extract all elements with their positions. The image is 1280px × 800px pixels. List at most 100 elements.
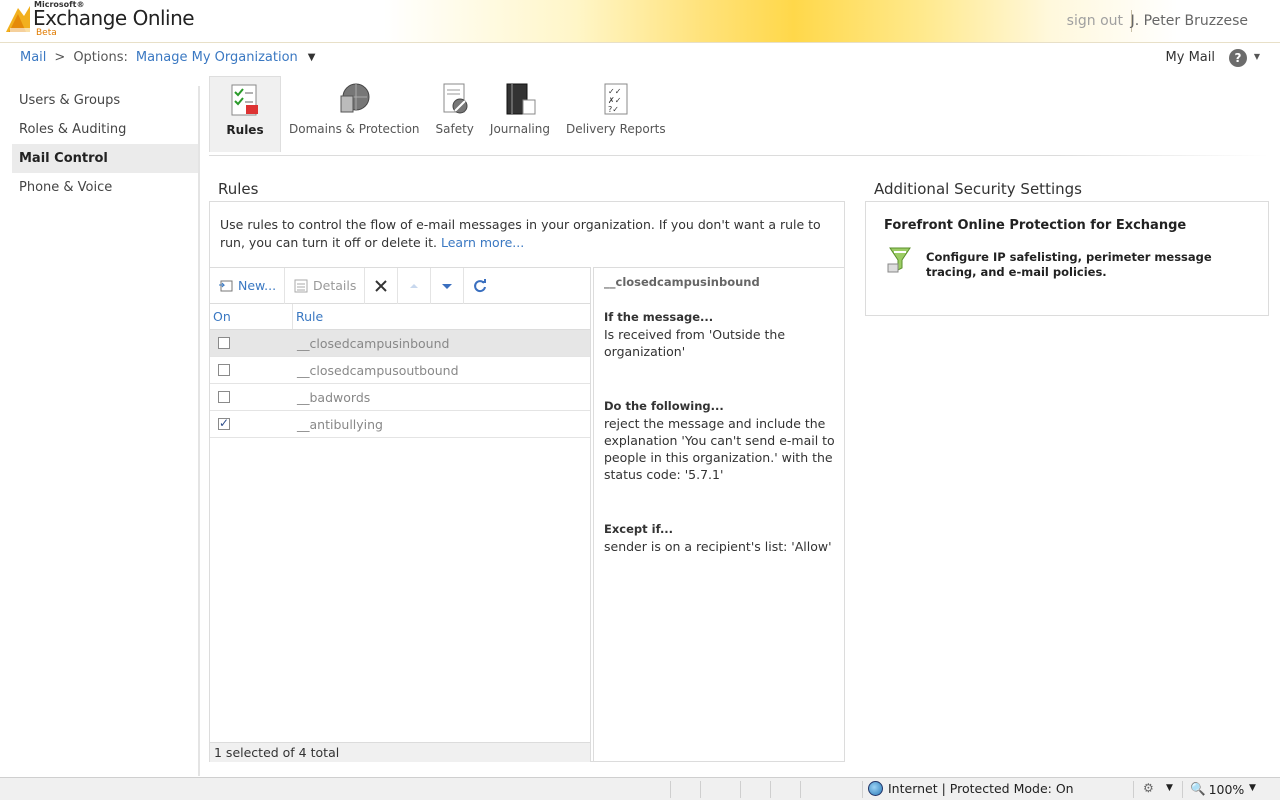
refresh-button[interactable]	[464, 268, 496, 304]
breadcrumb-current[interactable]: Manage My Organization	[136, 50, 298, 65]
tab-rules-label: Rules	[226, 123, 264, 137]
new-rule-button[interactable]: New...	[210, 267, 286, 304]
help-chevron-down-icon[interactable]: ▼	[1254, 52, 1260, 61]
chevron-down-icon[interactable]: ▼	[308, 52, 316, 63]
detail-if-heading: If the message...	[604, 310, 714, 324]
column-on[interactable]: On	[210, 304, 293, 329]
browser-statusbar: Internet | Protected Mode: On ⚙ ▼ 🔍 100%…	[0, 777, 1280, 800]
breadcrumb: Mail > Options: Manage My Organization ▼	[20, 50, 316, 65]
arrow-down-icon	[442, 283, 453, 289]
details-button[interactable]: Details	[285, 267, 366, 304]
statusbar-divider	[670, 781, 671, 798]
sign-out-link[interactable]: sign out	[1067, 13, 1123, 29]
tab-domains-protection[interactable]: Domains & Protection	[281, 76, 428, 152]
sidebar-item-users-groups[interactable]: Users & Groups	[12, 86, 198, 115]
rule-name: __closedcampusoutbound	[297, 362, 459, 378]
detail-rule-name: __closedcampusinbound	[604, 275, 760, 289]
safety-icon	[443, 83, 468, 114]
rules-toolbar: New... Details	[210, 267, 590, 304]
rule-enabled-checkbox[interactable]	[218, 364, 230, 376]
rules-icon	[231, 84, 258, 116]
details-label: Details	[313, 278, 357, 293]
tabs-divider	[209, 155, 1269, 156]
globe-icon	[868, 781, 883, 796]
svg-text:✓✓: ✓✓	[608, 87, 621, 96]
sidebar: Users & Groups Roles & Auditing Mail Con…	[0, 86, 200, 776]
learn-more-link[interactable]: Learn more...	[441, 235, 524, 250]
zoom-control[interactable]: 🔍 100%	[1190, 781, 1244, 797]
tab-delivery-label: Delivery Reports	[565, 122, 666, 136]
delete-button[interactable]	[365, 267, 399, 304]
rules-column-header: On Rule	[210, 304, 590, 330]
rules-title: Rules	[218, 180, 259, 198]
security-zone-label: Internet | Protected Mode: On	[888, 781, 1074, 796]
tab-delivery-reports[interactable]: ✓✓ ✗✓ ?✓ Delivery Reports	[558, 76, 674, 152]
detail-exception: Except if... sender is on a recipient's …	[604, 521, 835, 555]
statusbar-divider	[862, 781, 863, 798]
sidebar-item-roles-auditing[interactable]: Roles & Auditing	[12, 115, 198, 144]
sidebar-item-phone-voice[interactable]: Phone & Voice	[12, 173, 198, 202]
top-header: Microsoft® Exchange Online Beta sign out…	[0, 0, 1280, 43]
zoom-level: 100%	[1208, 781, 1245, 797]
breadcrumb-separator: >	[54, 50, 66, 65]
svg-text:✗✓: ✗✓	[608, 96, 621, 105]
protected-mode-icon[interactable]: ⚙	[1143, 781, 1154, 795]
tab-safety[interactable]: Safety	[428, 76, 482, 152]
section-tabs: Rules Domains & Protection Safety Journa…	[209, 76, 674, 154]
detail-do-text: reject the message and include the expla…	[604, 416, 835, 482]
tab-rules[interactable]: Rules	[209, 76, 281, 152]
detail-except-text: sender is on a recipient's list: 'Allow'	[604, 539, 832, 554]
rule-enabled-checkbox[interactable]	[218, 391, 230, 403]
table-row[interactable]: __closedcampusoutbound	[210, 357, 590, 384]
help-icon[interactable]: ?	[1229, 49, 1247, 67]
detail-if-text: Is received from 'Outside the organizati…	[604, 327, 786, 359]
fope-title: Forefront Online Protection for Exchange	[884, 218, 1187, 233]
detail-except-heading: Except if...	[604, 522, 674, 536]
rule-enabled-checkbox[interactable]	[218, 337, 230, 349]
fope-link[interactable]: Configure IP safelisting, perimeter mess…	[926, 250, 1256, 280]
statusbar-divider	[1182, 781, 1183, 798]
security-panel: Forefront Online Protection for Exchange…	[865, 201, 1269, 316]
brand-title: Exchange Online	[33, 6, 195, 30]
tab-journaling-label: Journaling	[489, 122, 550, 136]
tab-safety-label: Safety	[435, 122, 474, 136]
my-mail-link[interactable]: My Mail	[1166, 50, 1215, 65]
statusbar-divider	[770, 781, 771, 798]
refresh-icon	[474, 278, 487, 292]
rule-enabled-checkbox[interactable]	[218, 416, 230, 430]
zoom-chevron-down-icon[interactable]: ▼	[1249, 783, 1256, 793]
security-title: Additional Security Settings	[874, 180, 1082, 198]
table-row[interactable]: __antibullying	[210, 411, 590, 438]
journaling-icon	[506, 83, 536, 115]
details-icon	[294, 279, 308, 292]
table-row[interactable]: __badwords	[210, 384, 590, 411]
exchange-logo-icon	[6, 6, 30, 34]
delivery-reports-icon: ✓✓ ✗✓ ?✓	[604, 83, 628, 115]
chevron-down-icon[interactable]: ▼	[1166, 783, 1173, 793]
statusbar-divider	[800, 781, 801, 798]
domains-icon	[340, 83, 370, 113]
user-name[interactable]: J. Peter Bruzzese	[1131, 13, 1248, 29]
rule-name: __badwords	[297, 389, 371, 405]
breadcrumb-options-label: Options:	[73, 50, 128, 65]
rules-panel: Use rules to control the flow of e-mail …	[209, 201, 845, 762]
rules-list-pane: New... Details On Rule __closedcampusinb…	[210, 267, 591, 762]
forefront-icon	[887, 247, 911, 273]
arrow-up-icon	[410, 283, 419, 288]
rule-detail-pane: __closedcampusinbound If the message... …	[593, 267, 845, 762]
move-up-button[interactable]	[398, 267, 432, 304]
rule-name: __antibullying	[297, 416, 383, 432]
statusbar-divider	[700, 781, 701, 798]
column-rule[interactable]: Rule	[293, 304, 323, 329]
rule-name: __closedcampusinbound	[297, 335, 450, 351]
zoom-icon: 🔍	[1190, 781, 1206, 796]
breadcrumb-mail-link[interactable]: Mail	[20, 50, 46, 65]
move-down-button[interactable]	[431, 267, 465, 304]
detail-condition: If the message... Is received from 'Outs…	[604, 309, 835, 360]
table-row[interactable]: __closedcampusinbound	[210, 330, 590, 357]
brand-beta: Beta	[36, 28, 57, 38]
detail-do-heading: Do the following...	[604, 399, 724, 413]
tab-journaling[interactable]: Journaling	[482, 76, 558, 152]
security-zone[interactable]: Internet | Protected Mode: On	[868, 781, 1074, 796]
sidebar-item-mail-control[interactable]: Mail Control	[12, 144, 198, 173]
